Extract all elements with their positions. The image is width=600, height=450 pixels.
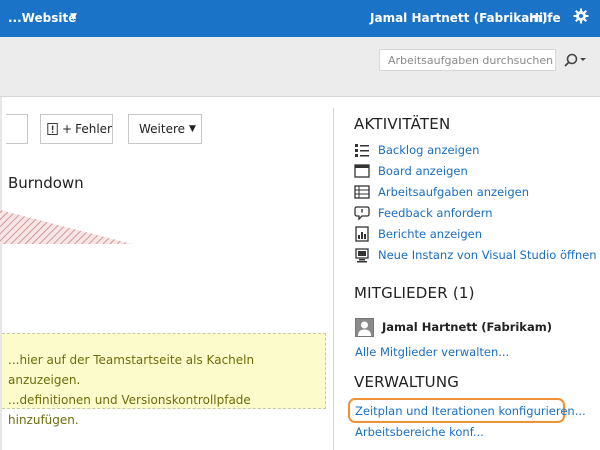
burndown-title: Burndown [8, 174, 84, 192]
info-tip-line-1: ...hier auf der Teamstartseite als Kache… [8, 353, 255, 387]
search-input[interactable]: Arbeitsaufgaben durchsuchen [379, 49, 556, 71]
activity-reports[interactable]: Berichte anzeigen [354, 225, 482, 243]
help-link[interactable]: Hilfe [529, 11, 561, 25]
avatar [355, 317, 374, 337]
burndown-area [0, 210, 132, 244]
new-bug-button[interactable]: + Fehler [40, 114, 113, 144]
new-bug-label: Fehler [75, 122, 112, 136]
gear-icon[interactable] [573, 8, 589, 24]
administration-heading: VERWALTUNG [354, 373, 460, 391]
project-name[interactable]: ...Website [8, 11, 76, 25]
activity-open-visual-studio[interactable]: Neue Instanz von Visual Studio öffnen [354, 246, 597, 264]
project-dropdown-icon[interactable]: ▼ [70, 12, 77, 22]
members-heading: MITGLIEDER (1) [354, 284, 475, 302]
person-icon [358, 321, 371, 336]
search-bar-area: Arbeitsaufgaben durchsuchen [0, 37, 600, 97]
bug-icon [47, 123, 58, 135]
activity-work-items[interactable]: Arbeitsaufgaben anzeigen [354, 183, 529, 201]
activities-heading: AKTIVITÄTEN [354, 115, 451, 133]
configure-work-areas-link[interactable]: Arbeitsbereiche konf... [355, 425, 484, 439]
activity-label: Neue Instanz von Visual Studio öffnen [378, 248, 597, 262]
more-button[interactable]: Weitere ▼ [128, 114, 202, 144]
chevron-down-icon: ▼ [189, 124, 196, 134]
user-name[interactable]: Jamal Hartnett (Fabrikam) [370, 11, 547, 25]
configure-schedule-iterations-link[interactable]: Zeitplan und Iterationen konfigurieren..… [355, 404, 586, 418]
truncated-button[interactable] [6, 114, 28, 144]
board-icon [354, 164, 370, 178]
column-divider [333, 108, 334, 450]
table-icon [354, 185, 370, 199]
activity-label: Backlog anzeigen [378, 143, 480, 157]
activity-label: Feedback anfordern [378, 206, 493, 220]
list-icon [355, 144, 369, 157]
activity-label: Arbeitsaufgaben anzeigen [378, 185, 530, 199]
info-tip: ...hier auf der Teamstartseite als Kache… [2, 333, 326, 427]
burndown-chart[interactable] [0, 205, 140, 250]
activity-label: Board anzeigen [378, 164, 468, 178]
info-tip-line-2: ...definitionen und Versionskontrollpfad… [8, 393, 251, 427]
more-label: Weitere [139, 122, 186, 136]
report-icon [355, 226, 369, 242]
feedback-icon [354, 206, 370, 221]
activity-feedback[interactable]: Feedback anfordern [354, 204, 493, 222]
add-symbol: + [62, 122, 73, 136]
activity-board[interactable]: Board anzeigen [354, 162, 468, 180]
activity-backlog[interactable]: Backlog anzeigen [354, 141, 479, 159]
manage-members-link[interactable]: Alle Mitglieder verwalten... [355, 345, 509, 359]
activity-label: Berichte anzeigen [378, 227, 483, 241]
visual-studio-icon [355, 248, 369, 263]
member-name: Jamal Hartnett (Fabrikam) [382, 320, 552, 334]
search-icon[interactable] [562, 51, 588, 69]
member-item[interactable]: Jamal Hartnett (Fabrikam) [355, 317, 552, 337]
top-navigation-bar: ...Website ▼ Jamal Hartnett (Fabrikam) H… [0, 0, 600, 37]
